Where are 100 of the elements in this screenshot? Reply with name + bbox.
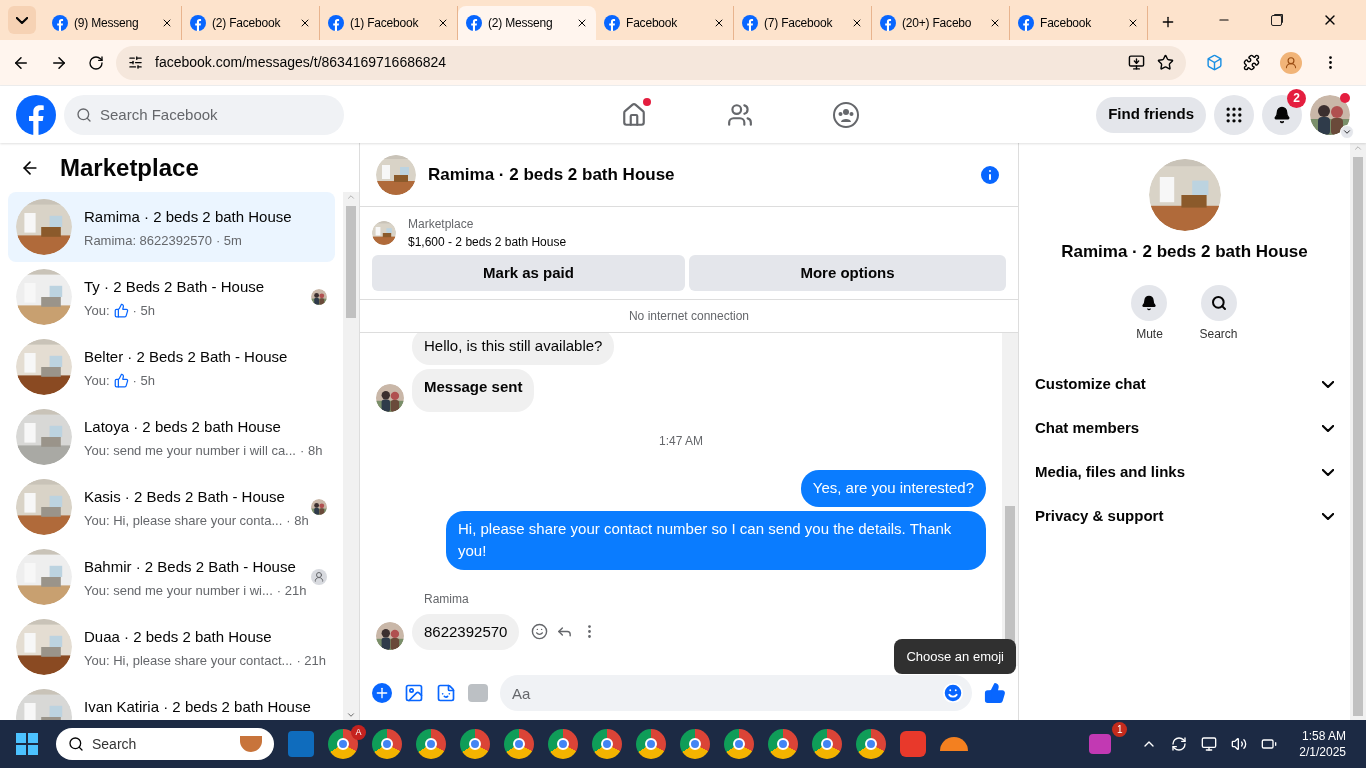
facebook-logo-icon	[880, 15, 896, 31]
tab-search-button[interactable]	[8, 6, 36, 34]
address-bar[interactable]: facebook.com/messages/t/8634169716686824	[116, 45, 1186, 80]
sidebar-title: Marketplace	[60, 153, 199, 183]
clock-date[interactable]: 2/1/2025	[1299, 744, 1346, 760]
network-icon[interactable]	[1201, 736, 1218, 752]
menu-button[interactable]	[1214, 94, 1254, 135]
message-preview: You: Hi, please share your contact...	[84, 651, 293, 670]
chrome-icon[interactable]	[856, 729, 886, 759]
conversation-item[interactable]: Latoya · 2 beds 2 bath House You: send me your number i will ca... · 8h	[8, 402, 335, 472]
close-icon[interactable]	[161, 17, 173, 29]
details-section[interactable]: Media, files and links	[1027, 450, 1342, 495]
sent-message: Hi, please share your contact number so I can send you the details. Thank you!	[446, 510, 986, 570]
profile-avatar-icon[interactable]	[1280, 51, 1302, 74]
bookmark-star-icon[interactable]	[1157, 54, 1174, 71]
conversation-item[interactable]: Ty · 2 Beds 2 Bath - House You: · 5h	[8, 262, 335, 332]
chrome-icon[interactable]	[768, 729, 798, 759]
thumbs-up-icon[interactable]	[984, 682, 1006, 704]
photo-icon[interactable]	[404, 683, 424, 703]
browser-tab[interactable]: (2) Messeng	[458, 6, 596, 40]
notifications-button[interactable]	[1262, 94, 1302, 135]
close-icon[interactable]	[1127, 17, 1139, 29]
conversation-item[interactable]: Ramima · 2 beds 2 bath House Ramima: 8622392570 · 5m	[8, 192, 335, 262]
message-time: · 21h	[296, 651, 326, 670]
message-timestamp: 1:47 AM	[659, 433, 703, 450]
close-icon[interactable]	[713, 17, 725, 29]
restore-icon[interactable]	[1271, 14, 1282, 26]
close-icon[interactable]	[437, 17, 449, 29]
sticker-icon[interactable]	[436, 683, 456, 703]
account-button[interactable]	[1310, 94, 1350, 135]
details-section[interactable]: Customize chat	[1027, 362, 1342, 407]
listing-action-button[interactable]: Mark as paid	[372, 255, 685, 291]
reload-icon[interactable]	[88, 54, 104, 71]
new-tab-icon[interactable]	[1160, 14, 1176, 30]
close-icon[interactable]	[851, 17, 863, 29]
chrome-icon[interactable]	[724, 729, 754, 759]
bell-icon	[1141, 294, 1158, 311]
site-info-icon[interactable]	[128, 55, 143, 70]
details-section[interactable]: Chat members	[1027, 406, 1342, 451]
listing-action-button[interactable]: More options	[689, 255, 1006, 291]
start-icon[interactable]	[16, 733, 38, 755]
install-icon[interactable]	[1128, 54, 1145, 71]
conversation-name: Kasis · 2 Beds 2 Bath - House	[84, 487, 286, 507]
sync-icon[interactable]	[1171, 736, 1188, 752]
thumbs-up-icon	[113, 302, 129, 318]
tab-title: (9) Messeng	[74, 15, 140, 32]
profile-badge: A	[351, 725, 366, 740]
conversation-name: Bahmir · 2 Beds 2 Bath - House	[84, 557, 297, 577]
facebook-logo-icon	[52, 15, 68, 31]
chrome-icon[interactable]	[636, 729, 666, 759]
conversation-item[interactable]: Belter · 2 Beds 2 Bath - House You: · 5h	[8, 332, 335, 402]
app-icon[interactable]	[1089, 734, 1112, 754]
close-icon[interactable]	[299, 17, 311, 29]
add-icon[interactable]	[372, 683, 392, 703]
find-friends-button[interactable]: Find friends	[1096, 96, 1206, 133]
chrome-icon[interactable]	[504, 729, 534, 759]
chevron-down-icon	[1322, 381, 1334, 388]
chrome-icon[interactable]	[812, 729, 842, 759]
conversation-name: Duaa · 2 beds 2 bath House	[84, 627, 273, 647]
scroll-down-icon[interactable]	[346, 710, 356, 720]
chrome-icon[interactable]	[680, 729, 710, 759]
caret-icon	[16, 16, 28, 24]
conversation-item[interactable]: Bahmir · 2 Beds 2 Bath - House You: send me your number i wi... · 21h	[8, 542, 335, 612]
chrome-icon[interactable]	[372, 729, 402, 759]
message-input[interactable]: Aa	[500, 675, 972, 711]
cup-icon	[240, 736, 262, 752]
search-field[interactable]: Search Facebook	[64, 94, 344, 135]
conversation-item[interactable]: Duaa · 2 beds 2 bath House You: Hi, please share your contact... · 21h	[8, 612, 335, 682]
taskbar-search-field[interactable]: Search	[56, 728, 274, 760]
received-message: Hello, is this still available?	[412, 333, 615, 365]
action-label: Search	[1199, 325, 1238, 343]
url-text: facebook.com/messages/t/8634169716686824	[155, 53, 448, 72]
clock-time[interactable]: 1:58 AM	[1301, 728, 1346, 744]
chat-title: Ramima · 2 beds 2 bath House	[428, 163, 676, 186]
message-preview: You: send me your number i will ca...	[84, 441, 296, 460]
chrome-icon[interactable]	[416, 729, 446, 759]
battery-icon[interactable]	[1261, 736, 1278, 752]
chrome-icon[interactable]	[592, 729, 622, 759]
tab-title: Facebook	[626, 15, 679, 32]
tab-title: Facebook	[1040, 15, 1093, 32]
react-icon[interactable]	[531, 623, 549, 641]
home-nav-button[interactable]	[621, 101, 648, 128]
chrome-icon[interactable]	[460, 729, 490, 759]
search-icon	[1210, 294, 1227, 311]
volume-icon[interactable]	[1231, 736, 1248, 752]
wps-icon[interactable]	[900, 731, 926, 757]
chrome-icon[interactable]	[548, 729, 578, 759]
friends-icon[interactable]	[727, 101, 754, 128]
emoji-icon[interactable]	[942, 682, 964, 704]
message-preview: You:	[84, 371, 110, 390]
sent-message: Yes, are you interested?	[800, 470, 986, 507]
facebook-logo-icon	[466, 15, 482, 31]
cloud-icon[interactable]	[940, 737, 968, 751]
close-icon[interactable]	[576, 17, 588, 29]
close-icon[interactable]	[989, 17, 1001, 29]
extensions-icon[interactable]	[1243, 54, 1260, 71]
extension-cube-icon[interactable]	[1206, 54, 1223, 71]
message-time: · 5h	[132, 371, 155, 390]
conversation-item[interactable]: Kasis · 2 Beds 2 Bath - House You: Hi, please share your conta... · 8h	[8, 472, 335, 542]
details-section[interactable]: Privacy & support	[1027, 494, 1342, 539]
